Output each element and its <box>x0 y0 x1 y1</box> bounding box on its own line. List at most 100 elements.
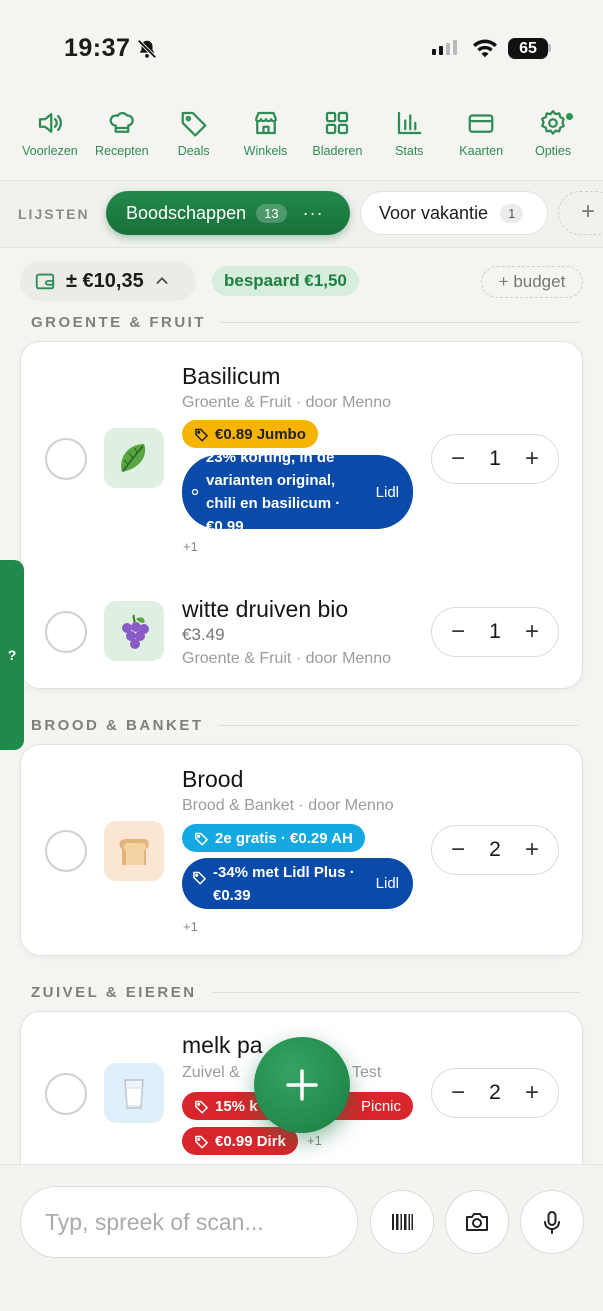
quantity-stepper: − 2 + <box>431 825 559 875</box>
section-card-brood-banket: Brood Brood & Banket · door Menno 2e gra… <box>20 744 583 956</box>
tag-icon <box>195 1100 208 1113</box>
tool-bladeren[interactable]: Bladeren <box>302 108 372 168</box>
help-tab[interactable]: ? <box>0 560 24 750</box>
quantity-stepper: − 1 + <box>431 434 559 484</box>
decrease-button[interactable]: − <box>448 445 468 473</box>
tool-label: Deals <box>177 144 210 158</box>
plus-icon <box>286 1069 318 1101</box>
deal-tag-dirk[interactable]: €0.99 Dirk <box>182 1127 298 1155</box>
signal-icon <box>432 40 457 55</box>
tool-stats[interactable]: Stats <box>374 108 444 168</box>
item-checkbox[interactable] <box>45 830 87 872</box>
decrease-button[interactable]: − <box>448 1079 468 1107</box>
lists-label: LIJSTEN <box>18 206 90 222</box>
increase-button[interactable]: + <box>522 618 542 646</box>
more-deals[interactable]: +1 <box>183 919 198 934</box>
item-checkbox[interactable] <box>45 438 87 480</box>
decrease-button[interactable]: − <box>448 836 468 864</box>
add-item-input[interactable]: Typ, spreek of scan... <box>20 1186 358 1258</box>
more-deals[interactable]: +1 <box>183 539 198 554</box>
section-header-brood-banket: BROOD & BANKET <box>31 717 578 734</box>
grapes-icon <box>104 601 164 661</box>
list-name: Boodschappen <box>126 202 247 223</box>
increase-button[interactable]: + <box>522 1079 542 1107</box>
quantity-value: 2 <box>489 1081 501 1104</box>
microphone-button[interactable] <box>520 1190 584 1254</box>
list-name: Voor vakantie <box>379 202 489 223</box>
bread-icon <box>104 821 164 881</box>
camera-icon <box>466 1213 488 1231</box>
tag-icon <box>195 1135 208 1148</box>
deal-text: 23% korting, in de varianten original, c… <box>206 449 341 535</box>
increase-button[interactable]: + <box>522 836 542 864</box>
increase-button[interactable]: + <box>522 445 542 473</box>
deal-text: €0.99 Dirk <box>215 1132 286 1150</box>
wallet-icon <box>35 273 55 290</box>
item-checkbox[interactable] <box>45 611 87 653</box>
tag-icon <box>181 111 207 137</box>
tool-kaarten[interactable]: Kaarten <box>446 108 516 168</box>
card-icon <box>468 114 494 133</box>
tool-label: Recepten <box>95 144 149 158</box>
quantity-value: 1 <box>489 620 501 643</box>
tool-label: Bladeren <box>312 144 363 158</box>
deal-text: 15% k <box>215 1097 258 1115</box>
list-pill-voor-vakantie[interactable]: Voor vakantie 1 <box>360 191 548 235</box>
quantity-stepper: − 1 + <box>431 607 559 657</box>
quantity-value: 1 <box>489 447 501 470</box>
gear-icon <box>541 110 565 135</box>
milk-glass-icon <box>104 1063 164 1123</box>
list-pill-boodschappen[interactable]: Boodschappen 13 ··· <box>106 191 350 235</box>
status-time: 19:37 <box>64 34 131 62</box>
wifi-icon <box>473 39 497 58</box>
list-count: 13 <box>256 203 287 223</box>
battery-tip <box>548 44 551 52</box>
deal-tag-lidl[interactable]: 23% korting, in de varianten original, c… <box>182 449 413 535</box>
section-header-groente-fruit: GROENTE & FRUIT <box>31 314 580 331</box>
tool-label: Winkels <box>243 144 288 158</box>
section-title: BROOD & BANKET <box>31 717 204 734</box>
item-name: Basilicum <box>182 363 281 389</box>
quantity-stepper: − 2 + <box>431 1068 559 1118</box>
deal-text: 2e gratis · €0.29 AH <box>215 829 353 847</box>
item-meta: Groente & Fruit · door Menno <box>182 394 391 411</box>
bell-muted-icon <box>137 39 157 59</box>
tool-label: Voorlezen <box>22 144 78 158</box>
more-options-button[interactable]: ··· <box>303 203 324 224</box>
tool-label: Opties <box>534 144 572 158</box>
item-name: witte druiven bio <box>182 596 349 622</box>
barcode-scan-button[interactable] <box>370 1190 434 1254</box>
item-name: melk pa <box>182 1032 263 1058</box>
tool-opties[interactable]: Opties <box>518 108 588 168</box>
tool-recepten[interactable]: Recepten <box>87 108 157 168</box>
tag-icon <box>195 832 208 845</box>
budget-toggle[interactable]: ± €10,35 <box>20 261 196 301</box>
section-title: ZUIVEL & EIEREN <box>31 984 197 1001</box>
tool-winkels[interactable]: Winkels <box>231 108 301 168</box>
camera-button[interactable] <box>445 1190 509 1254</box>
budget-amount: ± €10,35 <box>66 269 144 292</box>
item-checkbox[interactable] <box>45 1073 87 1115</box>
more-deals[interactable]: +1 <box>307 1133 322 1148</box>
decrease-button[interactable]: − <box>448 618 468 646</box>
tool-voorlezen[interactable]: Voorlezen <box>15 108 85 168</box>
deal-tag-lidl[interactable]: -34% met Lidl Plus · €0.39 Lidl <box>182 858 413 909</box>
section-title: GROENTE & FRUIT <box>31 314 206 331</box>
deal-tag-ah[interactable]: 2e gratis · €0.29 AH <box>182 824 365 852</box>
deal-store: Picnic <box>360 1097 401 1115</box>
item-meta-suffix: Test <box>352 1064 382 1081</box>
deal-tag-jumbo[interactable]: €0.89 Jumbo <box>182 420 318 448</box>
store-icon <box>254 111 277 135</box>
speaker-icon <box>38 113 62 133</box>
section-card-groente-fruit: Basilicum Groente & Fruit · door Menno €… <box>20 341 583 689</box>
small-diamond-icon <box>191 488 199 496</box>
add-item-fab[interactable] <box>254 1037 350 1133</box>
add-list-button[interactable]: + <box>558 191 603 235</box>
tool-deals[interactable]: Deals <box>159 108 229 168</box>
toolbar: Voorlezen Recepten Deals Winkels Bladere… <box>0 108 603 168</box>
add-budget-button[interactable]: + budget <box>481 266 583 298</box>
list-count: 1 <box>500 203 524 223</box>
item-meta: Brood & Banket · door Menno <box>182 797 394 814</box>
tag-icon <box>195 428 208 441</box>
section-header-zuivel-eieren: ZUIVEL & EIEREN <box>31 984 581 1001</box>
